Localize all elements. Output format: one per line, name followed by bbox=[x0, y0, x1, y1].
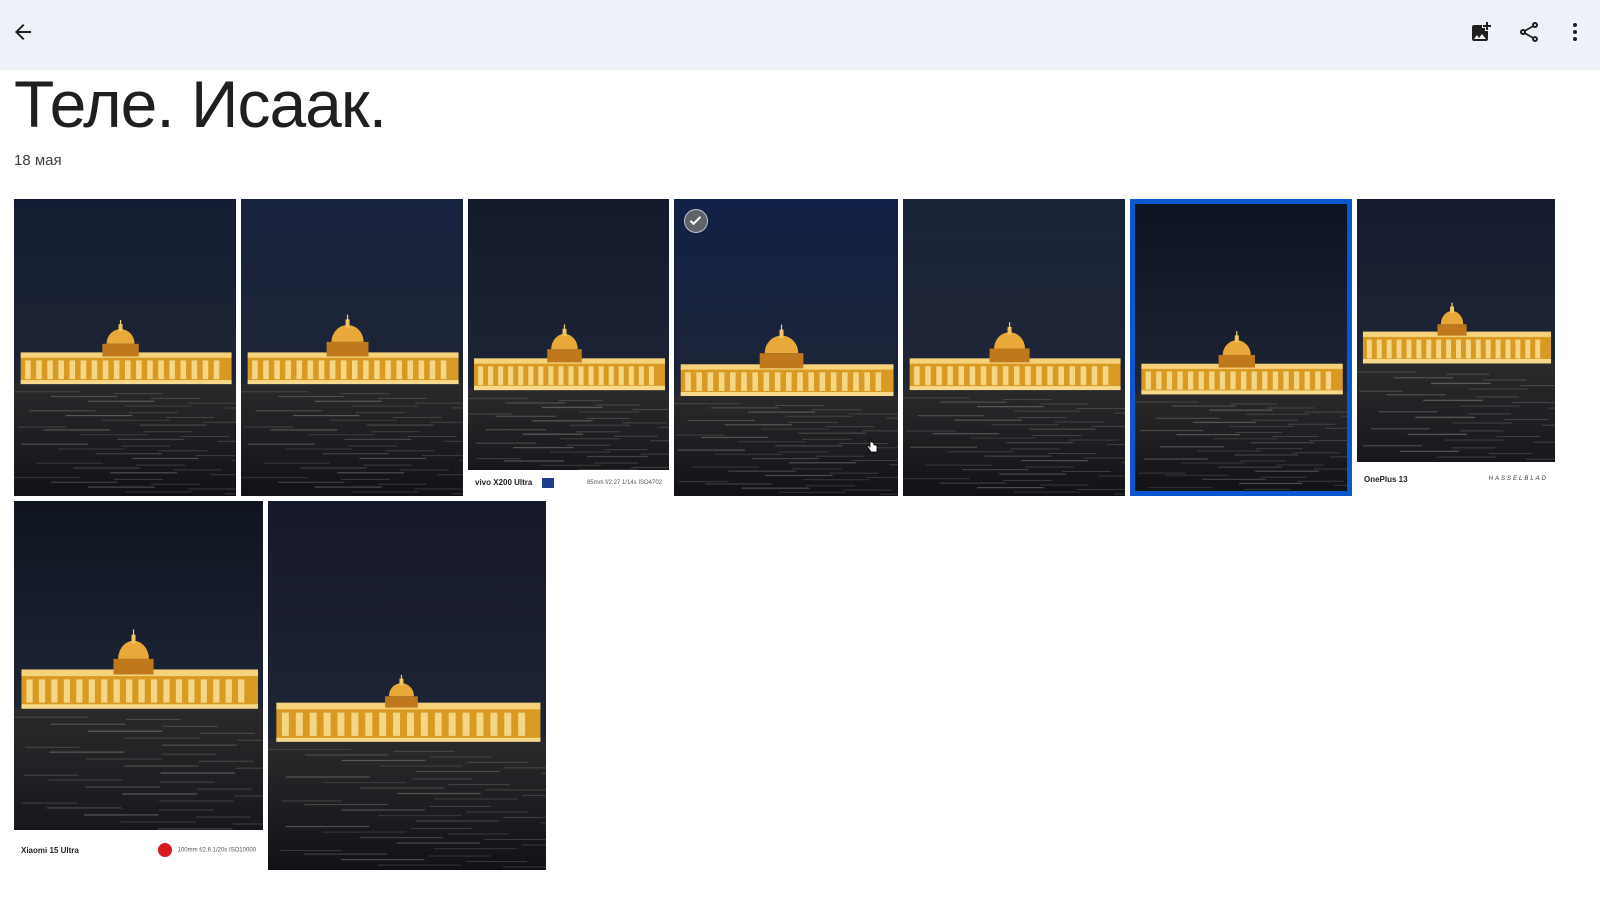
add-photo-icon bbox=[1472, 22, 1491, 41]
photo-image bbox=[1135, 204, 1347, 491]
photo-image bbox=[241, 199, 463, 496]
camera-brand: Xiaomi 15 Ultra bbox=[21, 845, 79, 855]
arrow-back-icon bbox=[15, 24, 31, 40]
camera-watermark: OnePlus 13 HASSELBLAD bbox=[1357, 462, 1555, 496]
photo-tile[interactable] bbox=[268, 501, 546, 870]
photo-image bbox=[14, 199, 236, 496]
share-icon bbox=[1520, 22, 1538, 42]
more-options-button[interactable] bbox=[1555, 12, 1595, 52]
camera-brand: OnePlus 13 bbox=[1364, 474, 1408, 484]
photo-tile[interactable] bbox=[14, 199, 236, 496]
check-icon bbox=[685, 210, 707, 232]
more-vert-icon bbox=[1573, 23, 1577, 41]
add-to-album-button[interactable] bbox=[1461, 12, 1501, 52]
zeiss-logo-icon bbox=[542, 478, 555, 488]
photo-image bbox=[903, 199, 1125, 496]
photo-image bbox=[268, 501, 546, 870]
photo-tile[interactable] bbox=[241, 199, 463, 496]
select-checkbox[interactable] bbox=[684, 209, 708, 233]
photo-tile[interactable]: OnePlus 13 HASSELBLAD bbox=[1357, 199, 1555, 496]
photo-image bbox=[674, 199, 898, 496]
share-button[interactable] bbox=[1509, 12, 1549, 52]
photo-tile[interactable] bbox=[903, 199, 1125, 496]
photo-tile[interactable]: Xiaomi 15 Ultra 100mm f/2.6 1/20s ISO1000… bbox=[14, 501, 263, 870]
album-date: 18 мая bbox=[14, 152, 62, 169]
photo-image bbox=[468, 199, 669, 496]
photo-tile[interactable]: vivo X200 Ultra 85mm f/2.27 1/14s ISO4702 bbox=[468, 199, 669, 496]
camera-meta: HASSELBLAD bbox=[1488, 475, 1548, 482]
camera-watermark: Xiaomi 15 Ultra 100mm f/2.6 1/20s ISO1000… bbox=[14, 830, 263, 870]
photo-image bbox=[1357, 199, 1555, 496]
photo-image bbox=[14, 501, 263, 870]
hand-cursor-icon bbox=[866, 438, 878, 453]
album-title: Теле. Исаак. bbox=[14, 67, 387, 141]
camera-brand: vivo X200 Ultra bbox=[475, 478, 555, 488]
leica-logo-icon bbox=[157, 843, 172, 857]
camera-watermark: vivo X200 Ultra 85mm f/2.27 1/14s ISO4702 bbox=[468, 470, 669, 496]
camera-meta: 85mm f/2.27 1/14s ISO4702 bbox=[586, 480, 662, 486]
top-app-bar bbox=[0, 0, 1600, 70]
photo-tile[interactable] bbox=[1130, 199, 1352, 496]
photo-tile[interactable] bbox=[674, 199, 898, 496]
back-button[interactable] bbox=[3, 12, 43, 52]
camera-meta: 100mm f/2.6 1/20s ISO10000 bbox=[157, 843, 256, 857]
